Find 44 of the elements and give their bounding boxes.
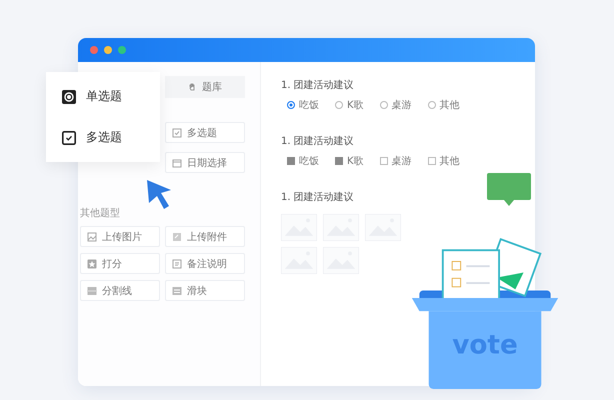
question-title: 1. 团建活动建议 <box>281 78 355 92</box>
radio-option[interactable]: 其他 <box>428 98 460 112</box>
checkbox[interactable] <box>428 157 436 165</box>
question-type-button[interactable]: 上传附件 <box>165 226 245 247</box>
question-type-button[interactable]: 打分 <box>80 253 160 274</box>
radio-option[interactable]: 桌游 <box>380 98 412 112</box>
slider-icon <box>172 286 182 296</box>
question-type-item[interactable]: 单选题 <box>46 88 160 105</box>
star-icon <box>87 258 97 268</box>
maximize-dot-icon[interactable] <box>118 46 126 54</box>
calendar-icon <box>172 158 182 168</box>
radio-button[interactable] <box>335 101 343 109</box>
radio-option[interactable]: K歌 <box>335 98 364 112</box>
question-type-button[interactable]: 滑块 <box>165 280 245 301</box>
radio-icon <box>62 90 76 104</box>
speech-bubble-drawing <box>486 172 532 208</box>
checkbox[interactable] <box>287 157 295 165</box>
minimize-dot-icon[interactable] <box>104 46 112 54</box>
section-title: 其他题型 <box>80 206 121 220</box>
checkbox-option[interactable]: 桌游 <box>380 154 412 168</box>
radio-button[interactable] <box>380 101 388 109</box>
question-type-button[interactable]: 日期选择 <box>165 152 245 173</box>
checkbox[interactable] <box>380 157 388 165</box>
question-type-button[interactable]: 多选题 <box>165 122 245 143</box>
question-type-item[interactable]: 多选题 <box>46 129 160 146</box>
checkbox[interactable] <box>335 157 343 165</box>
picture-icon <box>87 232 97 242</box>
radio-button[interactable] <box>287 101 295 109</box>
radio-button[interactable] <box>428 101 436 109</box>
question-type-button[interactable]: 分割线 <box>80 280 160 301</box>
checkbox-icon <box>62 130 76 144</box>
radio-option[interactable]: 吃饭 <box>287 98 319 112</box>
question-title: 1. 团建活动建议 <box>281 190 355 204</box>
checkbox-option[interactable]: K歌 <box>335 154 364 168</box>
close-dot-icon[interactable] <box>90 46 98 54</box>
library-tab[interactable]: 题库 <box>165 76 245 98</box>
question-type-button[interactable]: 备注说明 <box>165 253 245 274</box>
file-icon <box>172 232 182 242</box>
question-title: 1. 团建活动建议 <box>281 134 355 148</box>
question-type-button[interactable]: 上传图片 <box>80 226 160 247</box>
note-icon <box>172 258 182 268</box>
checkbox-option[interactable]: 其他 <box>428 154 460 168</box>
checkbox-icon <box>172 128 182 138</box>
checkbox-option[interactable]: 吃饭 <box>287 154 319 168</box>
